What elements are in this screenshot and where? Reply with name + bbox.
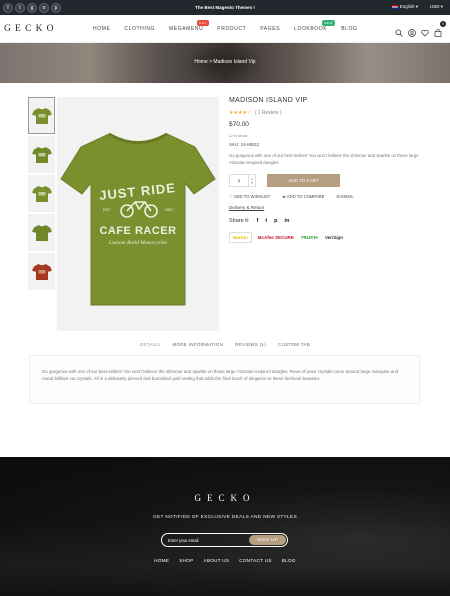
tab-reviews[interactable]: REVIEWS (1)	[235, 342, 266, 347]
short-description: Go gorgeous with one of our best-sellers…	[229, 153, 419, 165]
compare-label: ADD TO COMPARE	[286, 194, 325, 199]
thumbnail-4[interactable]	[28, 214, 55, 251]
thumbnail-1[interactable]	[28, 97, 55, 134]
nav-megamenu[interactable]: MEGAMENU HOT	[169, 20, 210, 32]
thumbnail-5[interactable]	[28, 253, 55, 290]
nav-product[interactable]: PRODUCT	[217, 26, 246, 32]
footer-link-blog[interactable]: BLOG	[282, 558, 296, 563]
main-nav: HOME CLOTHING MEGAMENU HOT PRODUCT PAGES …	[93, 20, 358, 32]
quantity-stepper[interactable]: 1 ▲ ▼	[229, 174, 256, 187]
add-to-wishlist-link[interactable]: ♡ ADD TO WISHLIST	[229, 194, 270, 199]
search-icon[interactable]	[395, 24, 403, 37]
email-input[interactable]: Enter your email	[168, 538, 199, 543]
red-shirt-icon	[31, 263, 52, 280]
rating-row: ★★★★☆ ( 1 Review )	[229, 110, 424, 116]
promo-text[interactable]: The Best Magento Themes !	[0, 5, 450, 10]
sign-up-button[interactable]: SIGN UP	[249, 535, 286, 545]
nav-blog[interactable]: BLOG	[341, 26, 357, 32]
product-sku: SKU: 24-MB32	[229, 142, 260, 147]
thumbnail-2[interactable]	[28, 136, 55, 173]
product-info: MADISON ISLAND VIP ★★★★☆ ( 1 Review ) $7…	[229, 97, 424, 243]
site-header: GECKO HOME CLOTHING MEGAMENU HOT PRODUCT …	[0, 15, 450, 43]
stock-label: In stock	[233, 133, 248, 138]
cart-count-badge: 0	[440, 21, 446, 27]
verisign-badge: VeriSign	[324, 235, 344, 240]
product-main-image[interactable]: JUST RIDE EST 1987 CAFE RACER Custom Bui…	[57, 97, 219, 331]
stock-status: ☑ In stock	[229, 133, 424, 138]
footer-link-home[interactable]: HOME	[154, 558, 169, 563]
newsletter-heading: GET NOTIFIED OF EXCLUSIVE DEALS AND NEW …	[152, 515, 298, 520]
reviews-link[interactable]: ( 1 Review )	[255, 110, 282, 116]
wishlist-icon[interactable]	[421, 24, 429, 37]
qty-down-icon[interactable]: ▼	[249, 181, 255, 185]
shirt-text-year: 1987	[165, 207, 175, 212]
nav-home[interactable]: HOME	[93, 26, 110, 32]
add-to-cart-button[interactable]: ADD TO CART	[267, 174, 340, 187]
twitter-share-icon[interactable]: t	[265, 218, 267, 224]
share-label: Share it:	[229, 218, 250, 224]
nav-lookbook[interactable]: LOOKBOOK NEW	[294, 20, 335, 32]
breadcrumb[interactable]: Home > Madison Island Vip	[0, 59, 450, 65]
green-shirt-icon	[31, 146, 52, 163]
norton-badge: Norton	[229, 232, 252, 243]
truste-badge: TRUSTe	[300, 235, 318, 240]
nav-pages[interactable]: PAGES	[260, 26, 280, 32]
language-label: English	[399, 4, 415, 9]
footer-link-shop[interactable]: SHOP	[179, 558, 193, 563]
shirt-text-cafe-racer: CAFE RACER	[99, 225, 176, 237]
currency-label: USD	[429, 4, 440, 9]
heart-icon: ♡	[229, 194, 233, 199]
tab-more-information[interactable]: MORE INFORMATION	[172, 342, 223, 347]
tab-details[interactable]: DETAILS	[140, 342, 161, 347]
green-shirt-icon	[31, 185, 52, 202]
newsletter-form: Enter your email SIGN UP	[161, 533, 288, 547]
page-banner: Home > Madison Island Vip	[0, 43, 450, 83]
envelope-icon: ✉	[336, 194, 340, 199]
footer-nav: HOME SHOP ABOUT US CONTACT US BLOG	[0, 558, 450, 563]
product-price: $70.00	[229, 121, 249, 128]
star-rating: ★★★★☆	[229, 110, 252, 116]
uk-flag-icon	[391, 4, 398, 9]
footer-logo[interactable]: GECKO	[0, 493, 450, 503]
mcafee-badge: McAfee SECURE	[257, 235, 294, 240]
email-label: EMAIL	[341, 194, 354, 199]
cart-icon[interactable]: 0	[434, 21, 446, 37]
pinterest-share-icon[interactable]: p	[274, 218, 277, 224]
language-select[interactable]: English ▾	[391, 4, 418, 10]
check-icon: ☑	[229, 133, 233, 138]
footer-link-about[interactable]: ABOUT US	[203, 558, 229, 563]
thumbnail-3[interactable]	[28, 175, 55, 212]
delivery-return-link[interactable]: Delivery & Return	[229, 205, 424, 210]
nav-clothing[interactable]: CLOTHING	[124, 26, 155, 32]
hot-badge: HOT	[197, 20, 210, 26]
linkedin-share-icon[interactable]: in	[285, 218, 290, 224]
email-link[interactable]: ✉ EMAIL	[336, 194, 353, 199]
share-row: Share it: f t p in	[229, 218, 424, 224]
wishlist-label: ADD TO WISHLIST	[233, 194, 271, 199]
product-tabs: DETAILS MORE INFORMATION REVIEWS (1) CUS…	[0, 342, 450, 347]
tshirt-image: JUST RIDE EST 1987 CAFE RACER Custom Bui…	[60, 132, 216, 306]
product-title: MADISON ISLAND VIP	[229, 97, 308, 104]
quantity-value[interactable]: 1	[230, 175, 248, 186]
green-shirt-icon	[31, 107, 52, 124]
tab-custom[interactable]: CUSTOM TAB	[278, 342, 310, 347]
currency-select[interactable]: USD ▾	[430, 4, 443, 10]
trust-badges: Norton McAfee SECURE TRUSTe VeriSign	[229, 232, 424, 243]
site-footer: GECKO GET NOTIFIED OF EXCLUSIVE DEALS AN…	[0, 457, 450, 596]
top-bar: f t g o p The Best Magento Themes ! Engl…	[0, 0, 450, 15]
site-logo[interactable]: GECKO	[4, 24, 58, 34]
product-thumbnails	[28, 97, 55, 292]
tab-panel-details: Go gorgeous with one of our best-sellers…	[29, 355, 420, 404]
compare-icon: ⇄	[282, 194, 286, 199]
nav-lookbook-label: LOOKBOOK	[294, 26, 328, 32]
footer-link-contact[interactable]: CONTACT US	[239, 558, 271, 563]
shirt-text-est: EST	[103, 207, 111, 212]
new-badge: NEW	[322, 20, 335, 26]
facebook-share-icon[interactable]: f	[256, 218, 258, 224]
nav-megamenu-label: MEGAMENU	[169, 26, 204, 32]
add-to-compare-link[interactable]: ⇄ ADD TO COMPARE	[282, 194, 324, 199]
account-icon[interactable]	[408, 24, 416, 37]
green-shirt-icon	[31, 224, 52, 241]
shirt-text-custom-build: Custom Build Motorcycles	[109, 240, 167, 246]
